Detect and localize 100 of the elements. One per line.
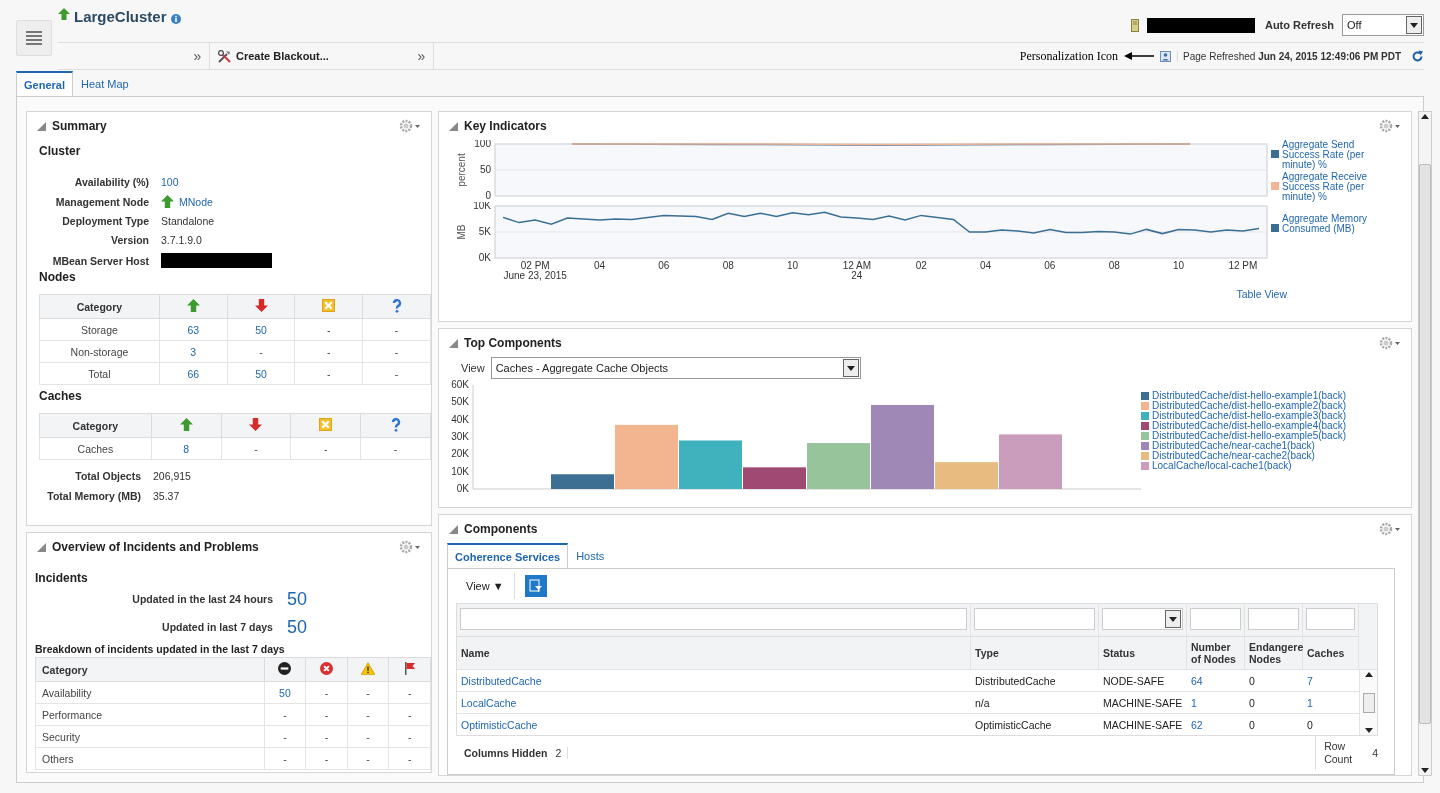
field-label: Deployment Type xyxy=(61,215,149,227)
axis-label: 10 xyxy=(787,260,799,271)
table-cell: Non-storage xyxy=(39,340,160,363)
axis-label: 04 xyxy=(594,260,606,271)
table-cell: - xyxy=(362,340,431,363)
column-header: Number of Nodes xyxy=(1187,636,1245,669)
table-caption: Breakdown of incidents updated in the last 7 days xyxy=(35,643,286,655)
legend-item: DistributedCache/near-cache2(back) xyxy=(1141,451,1361,461)
table-cell: Availability xyxy=(35,681,265,704)
field-label: Total Objects xyxy=(74,470,141,482)
table-cell: - xyxy=(227,340,295,363)
axis-label: 04 xyxy=(980,260,992,271)
table-cell: - xyxy=(305,747,348,770)
axis-label: 50 xyxy=(479,164,491,175)
table-cell: 0 xyxy=(1245,669,1303,691)
field-label: Version xyxy=(110,234,149,246)
panel-title: Components xyxy=(464,522,538,536)
table-cell: - xyxy=(264,747,306,770)
panel-title: Overview of Incidents and Problems xyxy=(52,540,259,554)
section-heading: Cluster xyxy=(39,144,82,158)
table-cell: MACHINE-SAFE xyxy=(1099,713,1187,735)
table-cell: - xyxy=(290,437,361,460)
axis-label: 08 xyxy=(1108,260,1120,271)
field-value: 3.7.1.9.0 xyxy=(161,234,203,246)
axis-label: 0 xyxy=(485,190,491,201)
axis-label: 30K xyxy=(451,431,469,442)
table-cell: - xyxy=(305,725,348,748)
table-cell: Others xyxy=(35,747,265,770)
table-cell: - xyxy=(388,681,431,704)
columns-hidden-count: 2 xyxy=(555,747,569,759)
column-header: Status xyxy=(1099,636,1187,669)
table-cell: Caches xyxy=(39,437,152,460)
legend-item: DistributedCache/dist-hello-example1(back) xyxy=(1141,391,1361,401)
table-cell: Total xyxy=(39,362,160,385)
axis-title: percent xyxy=(456,153,467,187)
field-label: Total Memory (MB) xyxy=(46,490,141,502)
table-cell: - xyxy=(294,340,363,363)
section-heading: Caches xyxy=(39,389,83,403)
table-cell: - xyxy=(264,703,306,726)
field-value: 206,915 xyxy=(153,470,192,482)
table-cell: - xyxy=(362,318,431,341)
table-cell: - xyxy=(294,318,363,341)
table-cell: - xyxy=(362,362,431,385)
table-cell: - xyxy=(388,725,431,748)
axis-label: 50K xyxy=(451,396,469,408)
section-heading: Nodes xyxy=(39,270,77,284)
axis-label: 06 xyxy=(1044,260,1056,271)
table-cell: - xyxy=(347,747,389,770)
axis-label: 12 PM xyxy=(1228,260,1258,271)
table-cell: Storage xyxy=(39,318,160,341)
table-cell: - xyxy=(360,437,431,460)
table-cell: n/a xyxy=(971,691,1099,713)
panel-title: Key Indicators xyxy=(464,119,547,133)
column-header: Name xyxy=(457,636,971,669)
table-cell: Performance xyxy=(35,703,265,726)
axis-label: 02 xyxy=(915,260,927,271)
auto-refresh-label: Auto Refresh xyxy=(1264,19,1334,31)
row-count-value: 4 xyxy=(1372,747,1378,759)
axis-label: 60K xyxy=(451,379,469,390)
axis-label: 40K xyxy=(451,413,469,425)
table-cell: - xyxy=(221,437,291,460)
column-header: Category xyxy=(35,657,265,682)
annotation-text: Personalization Icon xyxy=(1019,48,1119,64)
table-cell: Security xyxy=(35,725,265,748)
legend-item: DistributedCache/dist-hello-example2(back) xyxy=(1141,401,1361,411)
field-value: 35.37 xyxy=(153,490,181,502)
table-cell: - xyxy=(305,703,348,726)
axis-label: 06 xyxy=(658,260,670,271)
column-header: Caches xyxy=(1303,636,1359,669)
count-label: Updated in last 7 days xyxy=(162,621,273,633)
axis-label: 10K xyxy=(473,202,491,211)
legend-item: DistributedCache/dist-hello-example5(back) xyxy=(1141,431,1361,441)
table-cell: OptimisticCache xyxy=(971,713,1099,735)
legend-item: Aggregate Send Success Rate (per minute) % xyxy=(1271,140,1375,170)
table-cell: NODE-SAFE xyxy=(1099,669,1187,691)
field-value: Standalone xyxy=(161,215,216,227)
column-header: Category xyxy=(39,413,152,438)
axis-label: 0K xyxy=(456,483,469,494)
table-cell: MACHINE-SAFE xyxy=(1099,691,1187,713)
legend-item: Aggregate Receive Success Rate (per minute) % xyxy=(1271,172,1375,202)
table-cell: 0 xyxy=(1245,691,1303,713)
panel-title: Summary xyxy=(52,119,107,133)
column-header: Endangere Nodes xyxy=(1245,636,1303,669)
table-cell: - xyxy=(347,703,389,726)
page-title: LargeCluster xyxy=(74,8,167,25)
table-cell: - xyxy=(305,681,348,704)
axis-label: 08 xyxy=(722,260,734,271)
row-count-label: Row Count xyxy=(1324,740,1354,766)
table-cell: - xyxy=(264,725,306,748)
legend-item: Aggregate Memory Consumed (MB) xyxy=(1271,214,1375,234)
table-cell: 0 xyxy=(1245,713,1303,735)
field-label: Availability (%) xyxy=(73,176,149,188)
axis-label: 20K xyxy=(451,448,469,460)
table-cell: - xyxy=(388,747,431,770)
table-cell: - xyxy=(294,362,363,385)
columns-hidden-label: Columns Hidden xyxy=(464,747,548,759)
axis-label: 12 AM 24 xyxy=(842,260,872,281)
panel-title: Top Components xyxy=(464,336,562,350)
field-label: Management Node xyxy=(54,195,149,208)
legend-item: DistributedCache/dist-hello-example4(back) xyxy=(1141,421,1361,431)
